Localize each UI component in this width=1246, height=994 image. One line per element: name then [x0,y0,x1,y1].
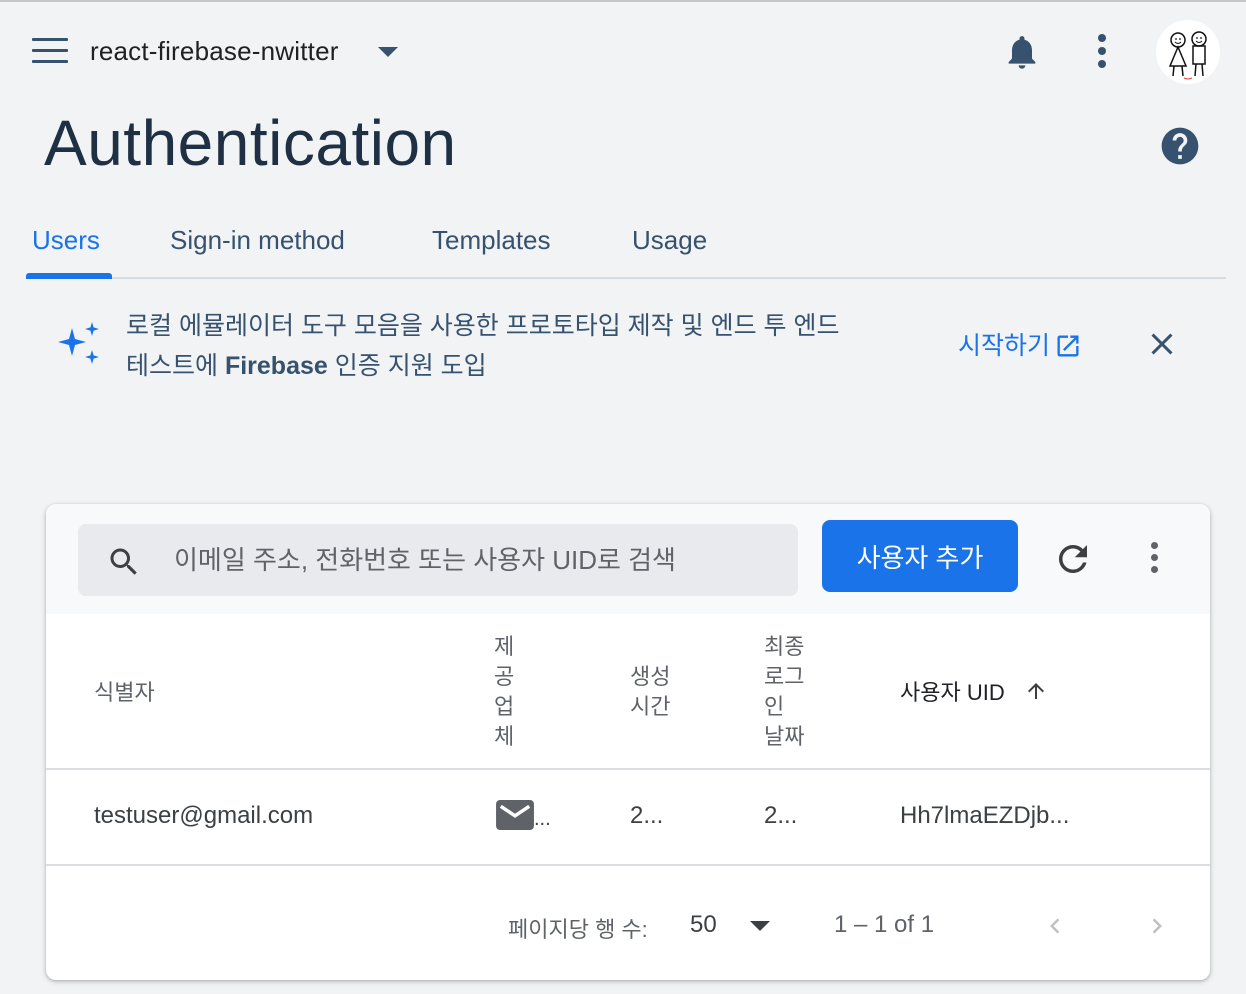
column-header-provider[interactable]: 제 공 업 체 [494,632,514,752]
avatar[interactable] [1156,20,1220,84]
rows-per-page-dropdown-icon[interactable] [750,921,770,931]
tab-users[interactable]: Users [32,225,100,256]
pagination-range: 1 – 1 of 1 [834,911,935,938]
sort-ascending-icon[interactable] [1024,678,1048,704]
banner-line-1: 로컬 에뮬레이터 도구 모음을 사용한 프로토타입 제작 및 엔드 투 엔드 [126,312,840,340]
tab-usage[interactable]: Usage [632,225,707,256]
cell-uid: Hh7lmaEZDjb... [900,802,1070,829]
get-started-link[interactable]: 시작하기 [958,326,1082,362]
column-header-last-signin[interactable]: 최종 로그 인 날짜 [764,632,804,752]
cell-last-signin: 2... [764,802,798,829]
cell-created: 2... [630,802,664,829]
get-started-label: 시작하기 [958,332,1051,360]
tab-templates[interactable]: Templates [432,225,551,256]
chevron-right-icon[interactable] [1142,908,1172,944]
banner-line-2-bold: Firebase [224,352,328,380]
sparkle-icon [58,322,99,364]
project-dropdown-caret-icon[interactable] [378,47,398,57]
banner-line-2-prefix: 테스트에 [126,352,225,380]
banner-message: 로컬 에뮬레이터 도구 모음을 사용한 프로토타입 제작 및 엔드 투 엔드 테… [126,306,916,386]
open-in-new-icon [1057,335,1079,357]
active-tab-indicator [26,273,112,279]
column-header-created[interactable]: 생성 시간 [630,662,670,722]
column-header-identifier[interactable]: 식별자 [94,678,155,708]
users-toolbar: 사용자 추가 [46,504,1210,614]
search-input[interactable] [174,538,774,582]
rows-per-page-label: 페이지당 행 수: [508,917,648,942]
chevron-left-icon[interactable] [1040,908,1070,944]
rows-per-page-select[interactable]: 50 [690,911,717,939]
add-user-button[interactable]: 사용자 추가 [822,520,1018,592]
email-icon [496,800,534,830]
bell-icon[interactable] [1002,30,1042,74]
search-box[interactable] [78,524,798,596]
users-panel: 사용자 추가 식별자 제 공 업 체 생성 시간 최종 로그 인 날짜 사용자 … [46,504,1210,980]
search-icon [110,548,137,575]
close-icon[interactable] [1144,326,1180,362]
table-row[interactable]: testuser@gmail.com ... 2... 2... Hh7lmaE… [46,770,1210,866]
tab-sign-in-method[interactable]: Sign-in method [170,225,345,256]
more-vert-icon[interactable] [1092,34,1112,70]
page-title: Authentication [44,107,457,179]
cell-identifier: testuser@gmail.com [94,802,314,829]
refresh-icon[interactable] [1052,538,1094,580]
help-icon[interactable] [1158,124,1202,168]
avatar-drawing-icon [1168,31,1207,80]
tab-bar: Users Sign-in method Templates Usage [26,207,1226,279]
top-bar: react-firebase-nwitter [0,2,1246,102]
table-more-icon[interactable] [1144,542,1164,578]
provider-ellipsis: ... [534,808,551,830]
banner-line-2: 테스트에 Firebase 인증 지원 도입 [126,346,916,386]
project-name[interactable]: react-firebase-nwitter [90,36,339,67]
hamburger-menu-icon[interactable] [32,38,68,66]
banner-line-2-suffix: 인증 지원 도입 [327,352,487,380]
pagination: 페이지당 행 수: 50 1 – 1 of 1 [46,866,1210,980]
column-header-uid[interactable]: 사용자 UID [900,678,1005,708]
table-header: 식별자 제 공 업 체 생성 시간 최종 로그 인 날짜 사용자 UID [46,614,1210,770]
